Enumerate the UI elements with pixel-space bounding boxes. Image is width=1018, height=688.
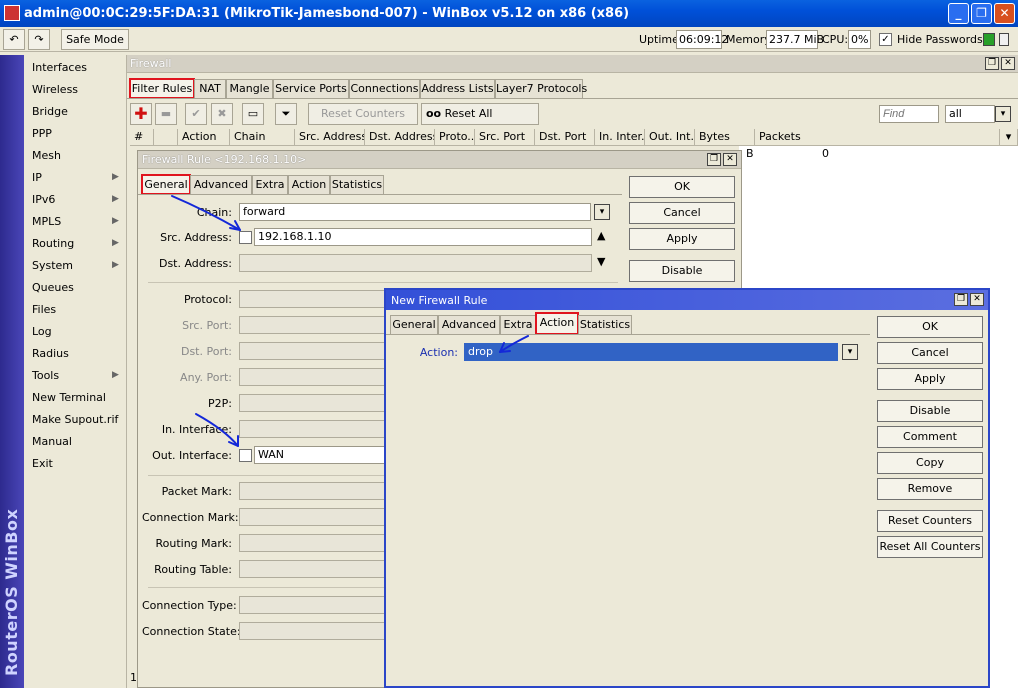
annotation-arrows: [171, 195, 529, 447]
chain-arrow-icon: [171, 195, 241, 231]
out-interface-arrow-icon: [195, 413, 239, 447]
